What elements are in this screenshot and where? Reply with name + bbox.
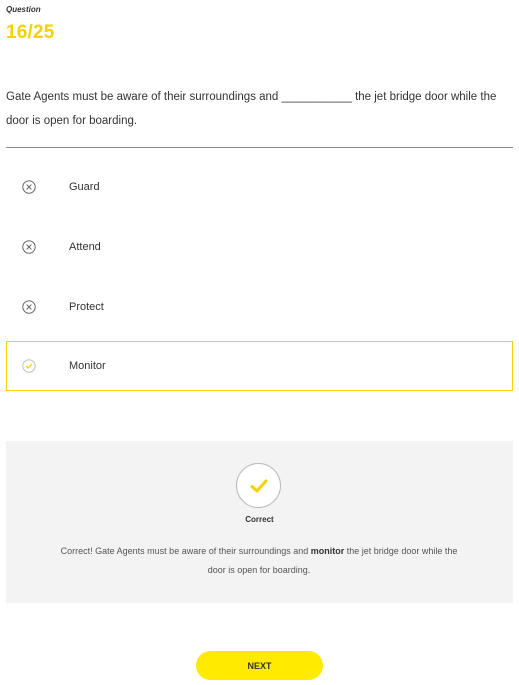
option-label: Protect (69, 301, 104, 313)
option-monitor[interactable]: Monitor (6, 341, 513, 391)
feedback-status-circle (236, 463, 281, 508)
check-icon (250, 479, 268, 493)
option-label: Monitor (69, 360, 106, 372)
x-circle-icon (22, 240, 36, 254)
feedback-text-before: Correct! Gate Agents must be aware of th… (60, 546, 311, 556)
feedback-text: Correct! Gate Agents must be aware of th… (59, 542, 459, 580)
x-circle-icon (22, 300, 36, 314)
option-attend[interactable]: Attend (6, 222, 513, 272)
x-circle-icon (22, 180, 36, 194)
question-counter: 16/25 (6, 22, 55, 43)
feedback-answer: monitor (310, 546, 345, 556)
next-button[interactable]: NEXT (196, 651, 323, 680)
feedback-panel: Correct Correct! Gate Agents must be awa… (6, 441, 513, 603)
check-circle-icon (22, 359, 36, 373)
option-protect[interactable]: Protect (6, 282, 513, 332)
option-guard[interactable]: Guard (6, 162, 513, 212)
option-label: Attend (69, 241, 101, 253)
feedback-status: Correct (245, 515, 274, 524)
question-text: Gate Agents must be aware of their surro… (6, 91, 497, 127)
divider (6, 147, 513, 148)
question-label: Question (6, 5, 41, 14)
option-label: Guard (69, 181, 100, 193)
